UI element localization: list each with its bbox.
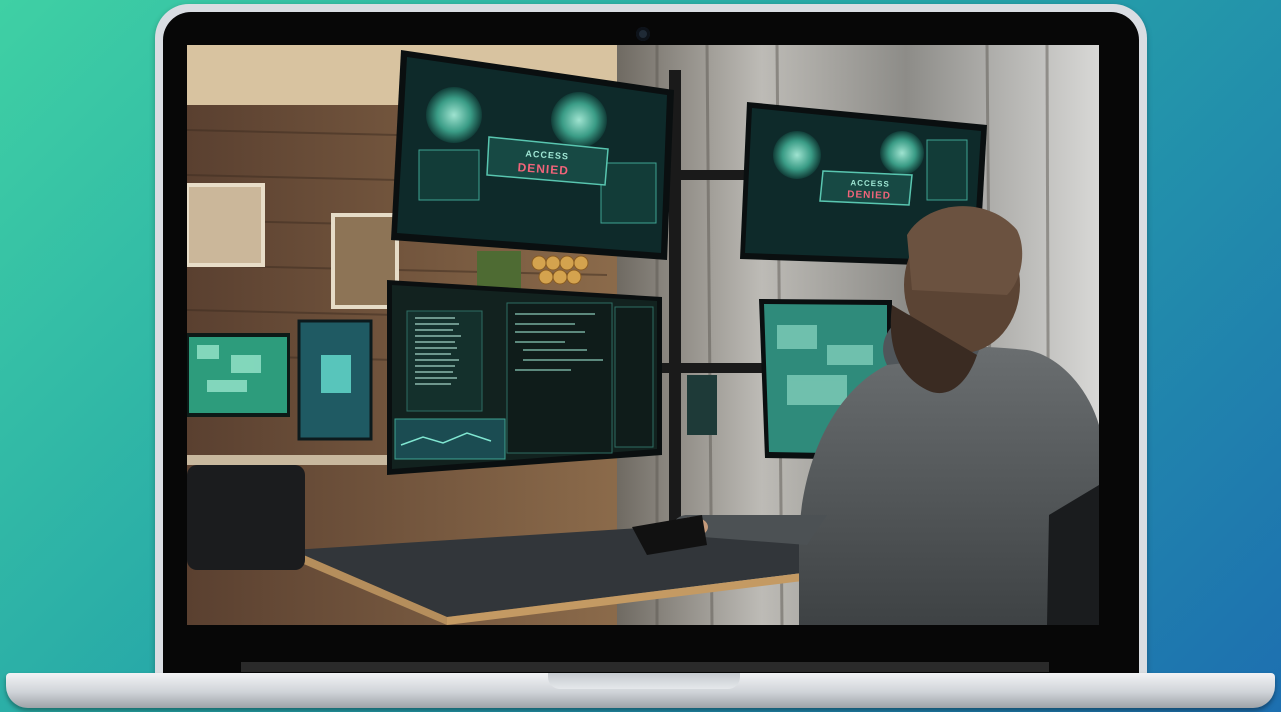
monitor-code: [387, 280, 662, 475]
screen-bottom-border: [241, 662, 1049, 672]
hacker-workspace-photo: ACCESS DENIED ACCESS DENIED: [187, 45, 1099, 625]
denied-label: DENIED: [847, 189, 891, 202]
access-label: ACCESS: [850, 178, 890, 188]
webcam-icon: [636, 27, 650, 41]
laptop-screen-photo: ACCESS DENIED ACCESS DENIED: [187, 45, 1099, 625]
laptop-opening-notch: [548, 673, 740, 689]
